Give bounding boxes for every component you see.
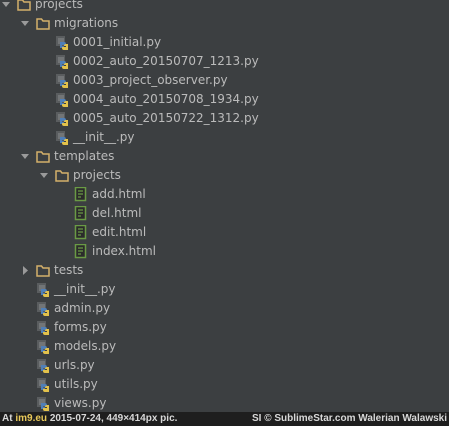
tree-item-label: tests: [54, 263, 84, 277]
tree-item-label: __init__.py: [73, 130, 135, 144]
tree-item-label: 0005_auto_20150722_1312.py: [73, 111, 259, 125]
project-tree: projects migrations 0001_initial.py 0002_au…: [0, 0, 449, 413]
python-file-icon: [36, 358, 50, 373]
tree-item-label: del.html: [92, 206, 142, 220]
tree-row[interactable]: edit.html: [0, 223, 449, 242]
tree-row[interactable]: add.html: [0, 185, 449, 204]
folder-icon: [17, 0, 31, 12]
tree-item-label: __init__.py: [54, 282, 116, 296]
watermark-footer: At im9.eu 2015-07-24, 449×414px pic. SI …: [0, 412, 449, 426]
tree-item-label: templates: [54, 149, 115, 163]
folder-icon: [36, 16, 50, 31]
tree-item-label: projects: [73, 168, 121, 182]
tree-item-label: views.py: [54, 396, 107, 410]
tree-row[interactable]: migrations: [0, 14, 449, 33]
tree-row[interactable]: admin.py: [0, 299, 449, 318]
tree-row[interactable]: __init__.py: [0, 280, 449, 299]
python-file-icon: [36, 301, 50, 316]
python-file-icon: [36, 377, 50, 392]
footer-info: 2015-07-24, 449×414px pic.: [49, 413, 178, 424]
tree-row[interactable]: 0005_auto_20150722_1312.py: [0, 109, 449, 128]
footer-credit: SI © SublimeStar.com Walerian Walawski: [251, 413, 447, 424]
tree-item-label: 0002_auto_20150707_1213.py: [73, 54, 259, 68]
tree-row[interactable]: templates: [0, 147, 449, 166]
tree-item-label: 0001_initial.py: [73, 35, 162, 49]
tree-item-label: migrations: [54, 16, 119, 30]
python-file-icon: [36, 320, 50, 335]
tree-row[interactable]: 0002_auto_20150707_1213.py: [0, 52, 449, 71]
tree-row[interactable]: forms.py: [0, 318, 449, 337]
tree-row[interactable]: views.py: [0, 394, 449, 413]
tree-item-label: projects: [35, 0, 83, 11]
chevron-down-icon[interactable]: [0, 0, 12, 14]
python-file-icon: [55, 73, 69, 88]
python-file-icon: [55, 54, 69, 69]
tree-row[interactable]: projects: [0, 0, 449, 14]
tree-item-label: 0004_auto_20150708_1934.py: [73, 92, 259, 106]
html-file-icon: [74, 225, 88, 240]
folder-icon: [36, 149, 50, 164]
tree-row[interactable]: projects: [0, 166, 449, 185]
tree-item-label: add.html: [92, 187, 146, 201]
tree-row[interactable]: del.html: [0, 204, 449, 223]
tree-row[interactable]: urls.py: [0, 356, 449, 375]
python-file-icon: [36, 282, 50, 297]
tree-item-label: utils.py: [54, 377, 98, 391]
tree-row[interactable]: 0004_auto_20150708_1934.py: [0, 90, 449, 109]
tree-item-label: 0003_project_observer.py: [73, 73, 228, 87]
footer-site: im9.eu: [15, 413, 48, 424]
tree-row[interactable]: utils.py: [0, 375, 449, 394]
chevron-right-icon[interactable]: [19, 261, 31, 280]
tree-item-label: admin.py: [54, 301, 111, 315]
html-file-icon: [74, 244, 88, 259]
tree-item-label: index.html: [92, 244, 156, 258]
tree-item-label: models.py: [54, 339, 117, 353]
html-file-icon: [74, 187, 88, 202]
footer-left: At im9.eu 2015-07-24, 449×414px pic.: [2, 412, 177, 426]
python-file-icon: [55, 111, 69, 126]
tree-row[interactable]: 0001_initial.py: [0, 33, 449, 52]
folder-icon: [55, 168, 69, 183]
tree-row[interactable]: 0003_project_observer.py: [0, 71, 449, 90]
tree-row[interactable]: tests: [0, 261, 449, 280]
python-file-icon: [55, 130, 69, 145]
python-file-icon: [36, 339, 50, 354]
python-file-icon: [55, 92, 69, 107]
tree-item-label: edit.html: [92, 225, 147, 239]
html-file-icon: [74, 206, 88, 221]
footer-prefix: At: [2, 413, 13, 424]
tree-row[interactable]: models.py: [0, 337, 449, 356]
folder-icon: [36, 263, 50, 278]
chevron-down-icon[interactable]: [19, 14, 31, 33]
chevron-down-icon[interactable]: [19, 147, 31, 166]
tree-row[interactable]: index.html: [0, 242, 449, 261]
python-file-icon: [55, 35, 69, 50]
tree-row[interactable]: __init__.py: [0, 128, 449, 147]
tree-item-label: urls.py: [54, 358, 95, 372]
python-file-icon: [36, 396, 50, 411]
tree-item-label: forms.py: [54, 320, 107, 334]
chevron-down-icon[interactable]: [38, 166, 50, 185]
